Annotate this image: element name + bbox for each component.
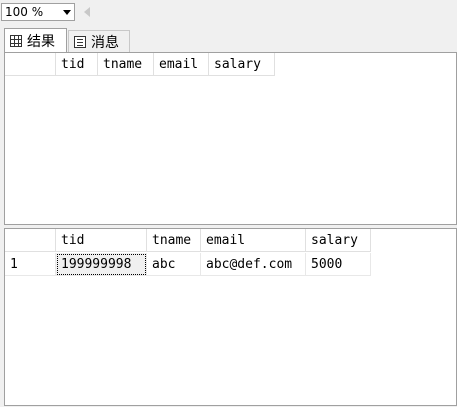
column-header-tid[interactable]: tid	[56, 229, 147, 252]
grid-corner-header	[5, 53, 56, 76]
column-header-tid[interactable]: tid	[56, 53, 98, 76]
column-header-salary[interactable]: salary	[306, 229, 371, 252]
tab-results-label: 结果	[27, 34, 55, 50]
result-grid-top[interactable]: tid tname email salary	[4, 52, 457, 225]
chevron-down-icon[interactable]	[63, 10, 71, 15]
message-icon	[74, 35, 86, 48]
grid-corner-header	[5, 229, 56, 252]
tab-messages[interactable]: 消息	[68, 30, 130, 52]
column-header-tname[interactable]: tname	[98, 53, 154, 76]
column-header-email[interactable]: email	[154, 53, 209, 76]
tab-messages-label: 消息	[91, 34, 119, 51]
table-cell-tname[interactable]: abc	[147, 253, 201, 276]
table-cell-email[interactable]: abc@def.com	[201, 253, 306, 276]
table-cell-salary[interactable]: 5000	[306, 253, 371, 276]
scroll-left-arrow-icon[interactable]	[84, 7, 90, 17]
grid-icon	[10, 35, 22, 47]
zoom-value: 100 %	[5, 5, 44, 19]
results-tab-strip: 结果 消息	[0, 28, 457, 53]
column-header-email[interactable]: email	[201, 229, 306, 252]
zoom-toolbar: 100 %	[0, 0, 457, 24]
horizontal-scrollbar[interactable]	[95, 3, 457, 21]
result-grid-bottom[interactable]: tid tname email salary 1 199999998 abc a…	[4, 228, 457, 406]
table-cell-tid[interactable]: 199999998	[56, 253, 147, 276]
zoom-select[interactable]: 100 %	[1, 3, 75, 21]
column-header-tname[interactable]: tname	[147, 229, 201, 252]
column-header-salary[interactable]: salary	[209, 53, 275, 76]
row-number[interactable]: 1	[5, 253, 56, 276]
tab-results[interactable]: 结果	[4, 28, 67, 53]
